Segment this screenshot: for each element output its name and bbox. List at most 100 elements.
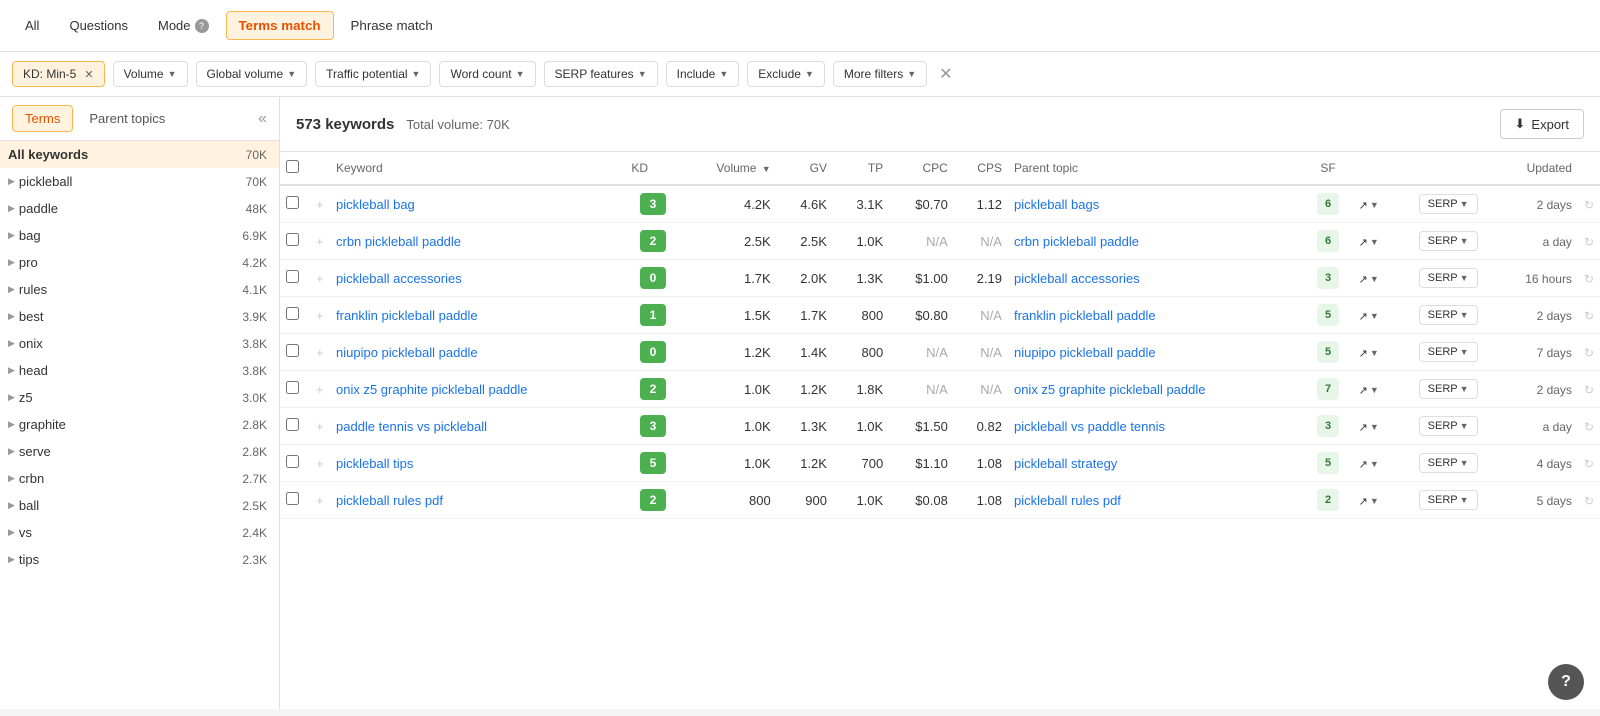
parent-topic-link[interactable]: pickleball strategy	[1014, 456, 1117, 471]
serp-cell[interactable]: SERP ▼	[1413, 223, 1493, 260]
trend-dropdown-arrow[interactable]: ▼	[1370, 348, 1379, 358]
sidebar-item-serve[interactable]: ▶ serve 2.8K	[0, 438, 279, 465]
trend-dropdown-arrow[interactable]: ▼	[1370, 459, 1379, 469]
trend-dropdown-arrow[interactable]: ▼	[1370, 496, 1379, 506]
row-add-cell[interactable]: +	[310, 371, 330, 408]
sidebar-item-paddle[interactable]: ▶ paddle 48K	[0, 195, 279, 222]
keyword-link[interactable]: pickleball rules pdf	[336, 493, 443, 508]
trend-dropdown-arrow[interactable]: ▼	[1370, 311, 1379, 321]
row-add-cell[interactable]: +	[310, 260, 330, 297]
trend-dropdown-arrow[interactable]: ▼	[1370, 237, 1379, 247]
refresh-cell[interactable]: ↻	[1578, 334, 1600, 371]
refresh-cell[interactable]: ↻	[1578, 185, 1600, 223]
row-checkbox-cell[interactable]	[280, 371, 310, 408]
sidebar-item-ball[interactable]: ▶ ball 2.5K	[0, 492, 279, 519]
word-count-filter[interactable]: Word count ▼	[439, 61, 535, 87]
row-checkbox-cell[interactable]	[280, 185, 310, 223]
refresh-icon[interactable]: ↻	[1584, 235, 1594, 249]
serp-cell[interactable]: SERP ▼	[1413, 445, 1493, 482]
row-add-cell[interactable]: +	[310, 297, 330, 334]
kd-filter-close-icon[interactable]: ✕	[84, 68, 93, 81]
row-checkbox-cell[interactable]	[280, 408, 310, 445]
row-checkbox-cell[interactable]	[280, 334, 310, 371]
trend-chart-icon[interactable]: ↗	[1359, 273, 1368, 286]
trend-cell[interactable]: ↗ ▼	[1353, 260, 1413, 297]
exclude-filter[interactable]: Exclude ▼	[747, 61, 825, 87]
trend-cell[interactable]: ↗ ▼	[1353, 408, 1413, 445]
export-button[interactable]: ⬇ Export	[1500, 109, 1584, 139]
row-add-cell[interactable]: +	[310, 482, 330, 519]
select-all-checkbox[interactable]	[286, 160, 299, 173]
serp-cell[interactable]: SERP ▼	[1413, 185, 1493, 223]
serp-cell[interactable]: SERP ▼	[1413, 334, 1493, 371]
trend-cell[interactable]: ↗ ▼	[1353, 297, 1413, 334]
row-checkbox[interactable]	[286, 418, 299, 431]
global-volume-filter[interactable]: Global volume ▼	[196, 61, 308, 87]
trend-cell[interactable]: ↗ ▼	[1353, 185, 1413, 223]
row-add-cell[interactable]: +	[310, 445, 330, 482]
col-volume[interactable]: Volume ▼	[681, 152, 777, 185]
trend-chart-icon[interactable]: ↗	[1359, 421, 1368, 434]
sidebar-item-vs[interactable]: ▶ vs 2.4K	[0, 519, 279, 546]
trend-dropdown-arrow[interactable]: ▼	[1370, 422, 1379, 432]
trend-chart-icon[interactable]: ↗	[1359, 347, 1368, 360]
refresh-icon[interactable]: ↻	[1584, 420, 1594, 434]
keyword-link[interactable]: niupipo pickleball paddle	[336, 345, 478, 360]
keyword-link[interactable]: onix z5 graphite pickleball paddle	[336, 382, 528, 397]
parent-topic-link[interactable]: niupipo pickleball paddle	[1014, 345, 1156, 360]
refresh-cell[interactable]: ↻	[1578, 445, 1600, 482]
refresh-cell[interactable]: ↻	[1578, 223, 1600, 260]
row-add-cell[interactable]: +	[310, 408, 330, 445]
parent-topic-link[interactable]: crbn pickleball paddle	[1014, 234, 1139, 249]
sidebar-item-graphite[interactable]: ▶ graphite 2.8K	[0, 411, 279, 438]
keyword-link[interactable]: pickleball bag	[336, 197, 415, 212]
trend-dropdown-arrow[interactable]: ▼	[1370, 274, 1379, 284]
serp-button[interactable]: SERP ▼	[1419, 194, 1478, 214]
refresh-icon[interactable]: ↻	[1584, 383, 1594, 397]
sidebar-tab-terms[interactable]: Terms	[12, 105, 73, 132]
more-filters[interactable]: More filters ▼	[833, 61, 927, 87]
serp-button[interactable]: SERP ▼	[1419, 490, 1478, 510]
refresh-icon[interactable]: ↻	[1584, 272, 1594, 286]
refresh-icon[interactable]: ↻	[1584, 494, 1594, 508]
col-updated[interactable]: Updated	[1493, 152, 1578, 185]
keyword-link[interactable]: franklin pickleball paddle	[336, 308, 478, 323]
refresh-cell[interactable]: ↻	[1578, 482, 1600, 519]
tab-all[interactable]: All	[12, 11, 52, 40]
keyword-link[interactable]: paddle tennis vs pickleball	[336, 419, 487, 434]
parent-topic-link[interactable]: franklin pickleball paddle	[1014, 308, 1156, 323]
trend-cell[interactable]: ↗ ▼	[1353, 482, 1413, 519]
sidebar-item-head[interactable]: ▶ head 3.8K	[0, 357, 279, 384]
sidebar-item-z5[interactable]: ▶ z5 3.0K	[0, 384, 279, 411]
serp-button[interactable]: SERP ▼	[1419, 342, 1478, 362]
trend-cell[interactable]: ↗ ▼	[1353, 334, 1413, 371]
refresh-cell[interactable]: ↻	[1578, 297, 1600, 334]
trend-chart-icon[interactable]: ↗	[1359, 310, 1368, 323]
col-cpc[interactable]: CPC	[889, 152, 954, 185]
sidebar-item-best[interactable]: ▶ best 3.9K	[0, 303, 279, 330]
trend-cell[interactable]: ↗ ▼	[1353, 445, 1413, 482]
col-sf[interactable]: SF	[1303, 152, 1352, 185]
sidebar-item-all-keywords[interactable]: All keywords 70K	[0, 141, 279, 168]
col-parent-topic[interactable]: Parent topic	[1008, 152, 1303, 185]
row-checkbox-cell[interactable]	[280, 445, 310, 482]
sidebar-item-crbn[interactable]: ▶ crbn 2.7K	[0, 465, 279, 492]
parent-topic-link[interactable]: pickleball bags	[1014, 197, 1099, 212]
row-checkbox[interactable]	[286, 270, 299, 283]
refresh-cell[interactable]: ↻	[1578, 371, 1600, 408]
serp-cell[interactable]: SERP ▼	[1413, 408, 1493, 445]
refresh-icon[interactable]: ↻	[1584, 346, 1594, 360]
tab-phrase-match[interactable]: Phrase match	[338, 11, 446, 40]
sidebar-item-onix[interactable]: ▶ onix 3.8K	[0, 330, 279, 357]
row-checkbox[interactable]	[286, 344, 299, 357]
row-add-cell[interactable]: +	[310, 185, 330, 223]
col-kd[interactable]: KD	[625, 152, 680, 185]
keyword-link[interactable]: crbn pickleball paddle	[336, 234, 461, 249]
serp-cell[interactable]: SERP ▼	[1413, 260, 1493, 297]
row-add-cell[interactable]: +	[310, 334, 330, 371]
kd-filter-chip[interactable]: KD: Min-5 ✕	[12, 61, 105, 87]
row-add-cell[interactable]: +	[310, 223, 330, 260]
sidebar-item-rules[interactable]: ▶ rules 4.1K	[0, 276, 279, 303]
parent-topic-link[interactable]: pickleball vs paddle tennis	[1014, 419, 1165, 434]
volume-filter[interactable]: Volume ▼	[113, 61, 188, 87]
